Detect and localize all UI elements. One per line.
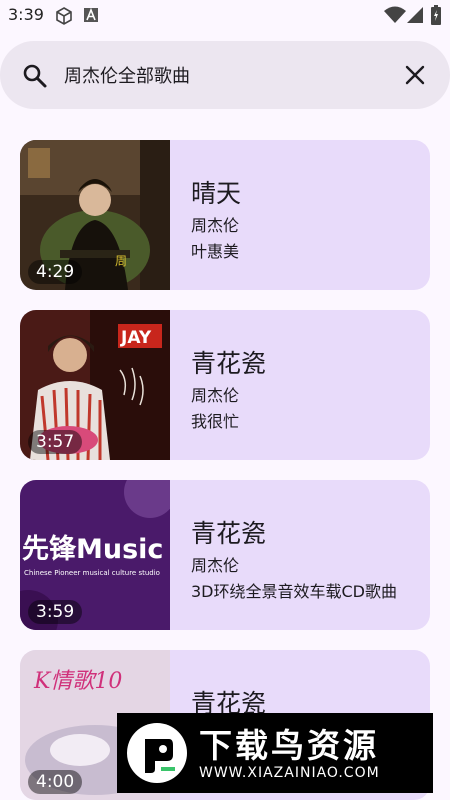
battery-icon bbox=[431, 5, 441, 25]
song-list: 周 4:29 晴天 周杰伦 叶惠美 JAY 3:57 青花瓷 周杰伦 我很忙 先… bbox=[0, 140, 450, 800]
song-title: 青花瓷 bbox=[191, 519, 267, 548]
album-cover: 先锋Music Chinese Pioneer musical culture … bbox=[20, 480, 170, 630]
signal-icon bbox=[407, 7, 423, 23]
duration-badge: 4:29 bbox=[28, 260, 83, 284]
song-title: 晴天 bbox=[191, 179, 242, 208]
status-time: 3:39 bbox=[8, 5, 44, 24]
cover-text: K情歌10 bbox=[33, 669, 122, 694]
cover-subtext: Chinese Pioneer musical culture studio bbox=[24, 569, 160, 577]
watermark-url: WWW.XIAZAINIAO.COM bbox=[199, 765, 380, 781]
song-card[interactable]: JAY 3:57 青花瓷 周杰伦 我很忙 bbox=[20, 310, 430, 460]
song-album: 我很忙 bbox=[191, 412, 240, 431]
song-card[interactable]: 周 4:29 晴天 周杰伦 叶惠美 bbox=[20, 140, 430, 290]
search-bar[interactable] bbox=[0, 41, 450, 109]
search-input[interactable] bbox=[64, 61, 384, 89]
duration-badge: 3:57 bbox=[28, 430, 83, 454]
status-bar: 3:39 bbox=[0, 0, 450, 30]
song-title: 青花瓷 bbox=[191, 349, 267, 378]
cover-text: JAY bbox=[120, 328, 152, 348]
cube-icon bbox=[56, 7, 72, 25]
search-icon[interactable] bbox=[22, 63, 48, 89]
song-artist: 周杰伦 bbox=[191, 556, 240, 575]
song-artist: 周杰伦 bbox=[191, 386, 240, 405]
bird-logo-icon bbox=[127, 723, 187, 783]
watermark-title: 下载鸟资源 bbox=[199, 726, 379, 765]
close-icon[interactable] bbox=[404, 64, 426, 86]
cover-text: 先锋Music bbox=[22, 534, 163, 565]
song-card[interactable]: 先锋Music Chinese Pioneer musical culture … bbox=[20, 480, 430, 630]
album-cover: JAY 3:57 bbox=[20, 310, 170, 460]
song-artist: 周杰伦 bbox=[191, 216, 240, 235]
song-album: 3D环绕全景音效车载CD歌曲 bbox=[191, 582, 397, 601]
a-box-icon bbox=[84, 8, 98, 22]
svg-text:周: 周 bbox=[115, 254, 127, 268]
wifi-icon bbox=[384, 6, 406, 23]
duration-badge: 4:00 bbox=[28, 770, 83, 794]
duration-badge: 3:59 bbox=[28, 600, 83, 624]
watermark-banner: 下载鸟资源 WWW.XIAZAINIAO.COM bbox=[117, 713, 433, 793]
album-cover: 周 4:29 bbox=[20, 140, 170, 290]
song-album: 叶惠美 bbox=[191, 242, 240, 261]
